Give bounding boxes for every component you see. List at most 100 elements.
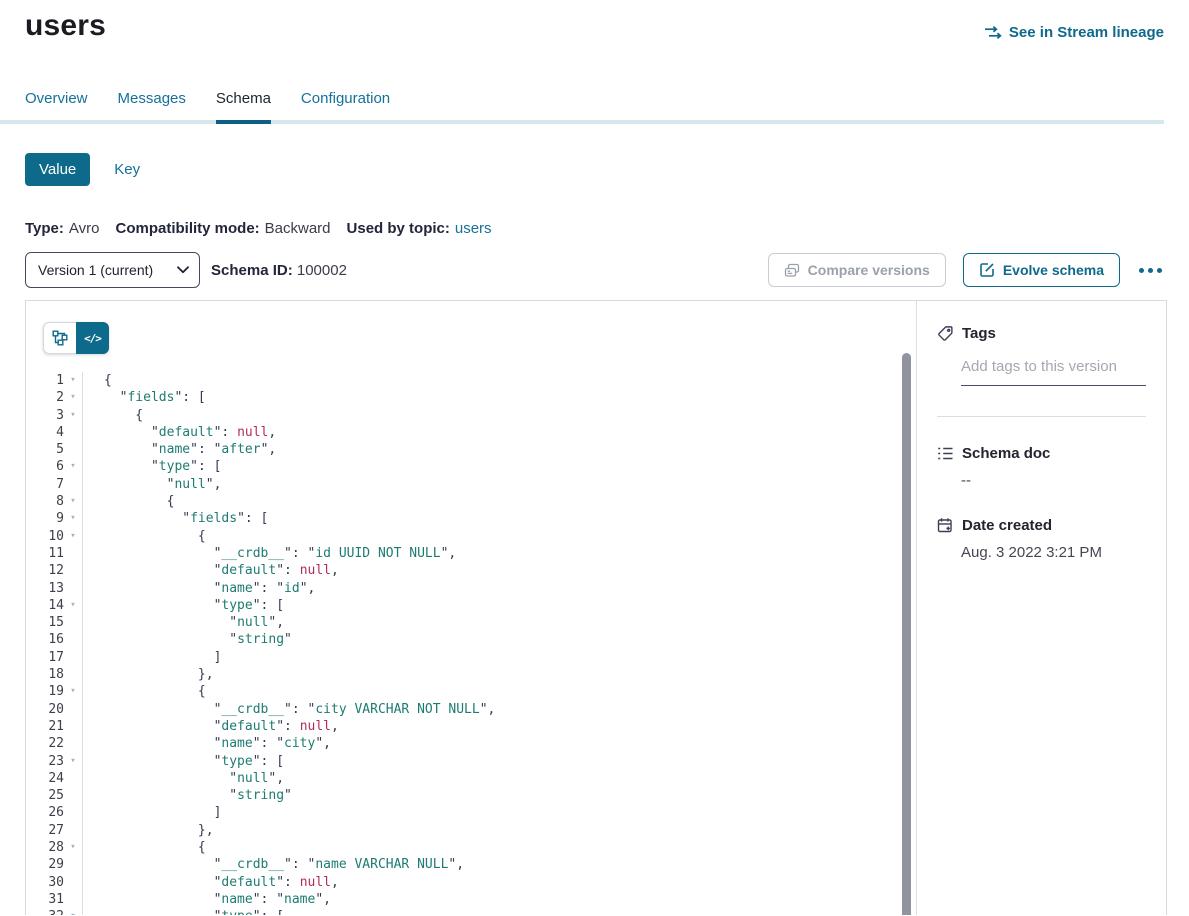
code-text: }, [83,666,214,683]
fold-toggle-icon[interactable]: ▾ [64,839,83,856]
fold-toggle-icon[interactable]: ▾ [64,493,83,510]
code-text: "name": "after", [83,441,276,458]
line-number: 10 [26,528,64,545]
schema-page: users See in Stream lineage Overview Mes… [0,0,1189,916]
fold-gutter [64,562,83,579]
code-text: "__crdb__": "name VARCHAR NULL", [83,856,464,873]
schema-doc-value: -- [961,472,1146,489]
code-text: "type": [ [83,753,284,770]
code-text: "fields": [ [83,389,206,406]
compatibility-mode: Compatibility mode:Backward [115,220,330,237]
line-number: 17 [26,649,64,666]
code-text: "fields": [ [83,510,268,527]
code-line: 7 "null", [26,476,916,493]
code-line: 9▾ "fields": [ [26,510,916,527]
code-line: 21 "default": null, [26,718,916,735]
tree-view-button[interactable] [43,322,76,354]
code-line: 3▾ { [26,407,916,424]
tag-icon [937,325,954,342]
code-line: 26 ] [26,804,916,821]
see-in-stream-lineage-link[interactable]: See in Stream lineage [984,24,1164,41]
fold-gutter [64,787,83,804]
fold-gutter [64,649,83,666]
code-line: 11 "__crdb__": "id UUID NOT NULL", [26,545,916,562]
line-number: 31 [26,891,64,908]
fold-toggle-icon[interactable]: ▾ [64,407,83,424]
code-line: 4 "default": null, [26,424,916,441]
schema-code-panel: </> 1▾{2▾ "fields": [3▾ {4 "default": nu… [26,301,916,915]
topic-link[interactable]: users [455,220,492,237]
code-line: 6▾ "type": [ [26,458,916,475]
fold-toggle-icon[interactable]: ▾ [64,528,83,545]
code-line: 20 "__crdb__": "city VARCHAR NOT NULL", [26,701,916,718]
fold-gutter [64,614,83,631]
line-number: 29 [26,856,64,873]
code-view-button[interactable]: </> [76,322,109,354]
code-editor: 1▾{2▾ "fields": [3▾ {4 "default": null,5… [26,372,916,915]
ellipsis-icon [1139,268,1144,273]
line-number: 2 [26,389,64,406]
code-view-icon: </> [84,332,101,345]
code-text: "__crdb__": "city VARCHAR NOT NULL", [83,701,495,718]
fold-toggle-icon[interactable]: ▾ [64,597,83,614]
line-number: 20 [26,701,64,718]
vertical-scrollbar-thumb[interactable] [902,353,911,915]
tree-view-icon [52,330,68,346]
line-number: 7 [26,476,64,493]
line-number: 11 [26,545,64,562]
fold-toggle-icon[interactable]: ▾ [64,753,83,770]
code-text: "string" [83,787,292,804]
calendar-plus-icon [937,517,954,534]
code-line: 24 "null", [26,770,916,787]
line-number: 8 [26,493,64,510]
schema-detail-panel: </> 1▾{2▾ "fields": [3▾ {4 "default": nu… [25,300,1167,915]
code-line: 29 "__crdb__": "name VARCHAR NULL", [26,856,916,873]
code-text: "null", [83,476,221,493]
fold-toggle-icon[interactable]: ▾ [64,510,83,527]
code-text: { [83,528,206,545]
add-tags-input[interactable] [961,356,1146,386]
code-line: 17 ] [26,649,916,666]
tab-configuration[interactable]: Configuration [301,90,390,120]
code-line: 19▾ { [26,683,916,700]
stream-lineage-icon [984,25,1002,40]
line-number: 16 [26,631,64,648]
code-text: "type": [ [83,597,284,614]
code-line: 2▾ "fields": [ [26,389,916,406]
line-number: 23 [26,753,64,770]
fold-toggle-icon[interactable]: ▾ [64,458,83,475]
tab-overview[interactable]: Overview [25,90,88,120]
fold-gutter [64,545,83,562]
line-number: 12 [26,562,64,579]
code-line: 30 "default": null, [26,874,916,891]
fold-gutter [64,424,83,441]
code-line: 18 }, [26,666,916,683]
schema-controls-row: Version 1 (current) Schema ID: 100002 [25,252,1164,288]
tab-messages[interactable]: Messages [118,90,186,120]
fold-gutter [64,891,83,908]
fold-toggle-icon[interactable]: ▾ [64,372,83,389]
page-header: users See in Stream lineage [0,8,1189,44]
value-button[interactable]: Value [25,153,90,186]
line-number: 14 [26,597,64,614]
line-number: 18 [26,666,64,683]
schema-type: Type:Avro [25,220,99,237]
code-text: "name": "id", [83,580,315,597]
fold-toggle-icon[interactable]: ▾ [64,908,83,915]
fold-toggle-icon[interactable]: ▾ [64,389,83,406]
tags-heading: Tags [962,325,996,342]
more-options-button[interactable] [1137,264,1164,277]
fold-gutter [64,770,83,787]
key-button[interactable]: Key [114,161,140,178]
evolve-schema-button[interactable]: Evolve schema [963,253,1120,287]
line-number: 30 [26,874,64,891]
tab-schema[interactable]: Schema [216,90,271,124]
fold-gutter [64,735,83,752]
line-number: 28 [26,839,64,856]
schema-doc-section: Schema doc -- [937,445,1146,489]
version-select[interactable]: Version 1 (current) [25,252,200,288]
fold-gutter [64,874,83,891]
line-number: 13 [26,580,64,597]
fold-toggle-icon[interactable]: ▾ [64,683,83,700]
fold-gutter [64,631,83,648]
